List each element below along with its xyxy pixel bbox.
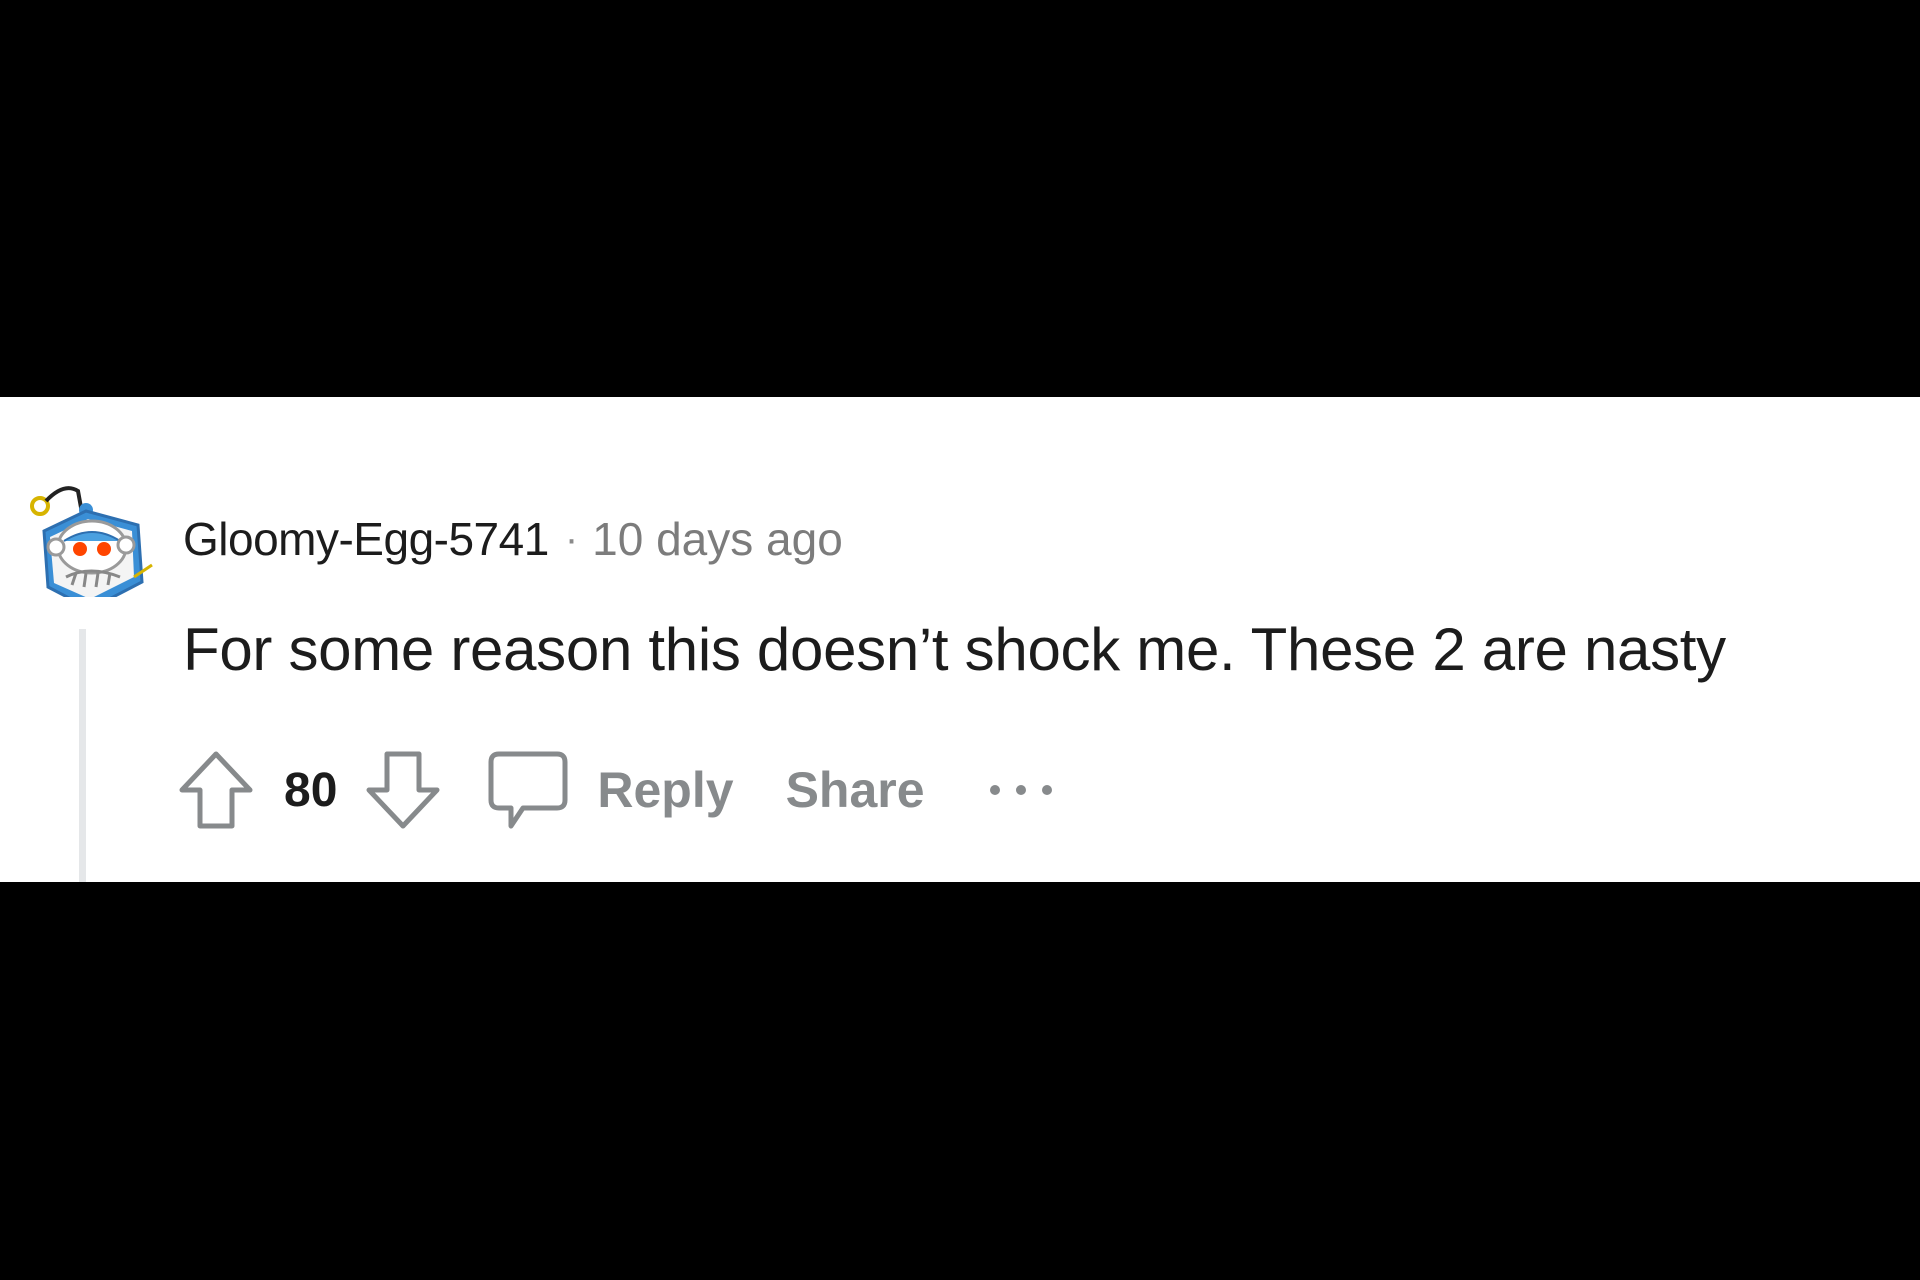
screenshot-frame: Gloomy-Egg-5741 · 10 days ago For some r… bbox=[0, 0, 1920, 1280]
ellipsis-icon bbox=[989, 785, 1052, 795]
reply-button[interactable]: Reply bbox=[487, 748, 734, 832]
share-button[interactable]: Share bbox=[786, 761, 925, 819]
comment-meta: Gloomy-Egg-5741 · 10 days ago bbox=[183, 509, 843, 569]
comment-actions: 80 Reply Share bbox=[176, 745, 1057, 835]
more-options-button[interactable] bbox=[985, 780, 1057, 800]
vote-score: 80 bbox=[284, 763, 338, 817]
speech-bubble-icon bbox=[488, 751, 568, 829]
reply-label: Reply bbox=[597, 762, 734, 818]
downvote-button[interactable] bbox=[363, 748, 443, 832]
snoo-avatar-icon bbox=[30, 486, 153, 611]
thread-line[interactable] bbox=[79, 629, 86, 882]
arrow-up-icon bbox=[179, 751, 253, 829]
comment-card: Gloomy-Egg-5741 · 10 days ago For some r… bbox=[0, 397, 1920, 882]
author-username[interactable]: Gloomy-Egg-5741 bbox=[183, 512, 549, 566]
comment-timestamp[interactable]: 10 days ago bbox=[592, 512, 843, 566]
arrow-down-icon bbox=[366, 751, 440, 829]
comment-body: For some reason this doesn’t shock me. T… bbox=[183, 616, 1726, 683]
upvote-button[interactable] bbox=[176, 748, 256, 832]
meta-separator: · bbox=[564, 516, 579, 561]
snoo-avatar[interactable] bbox=[26, 437, 156, 611]
